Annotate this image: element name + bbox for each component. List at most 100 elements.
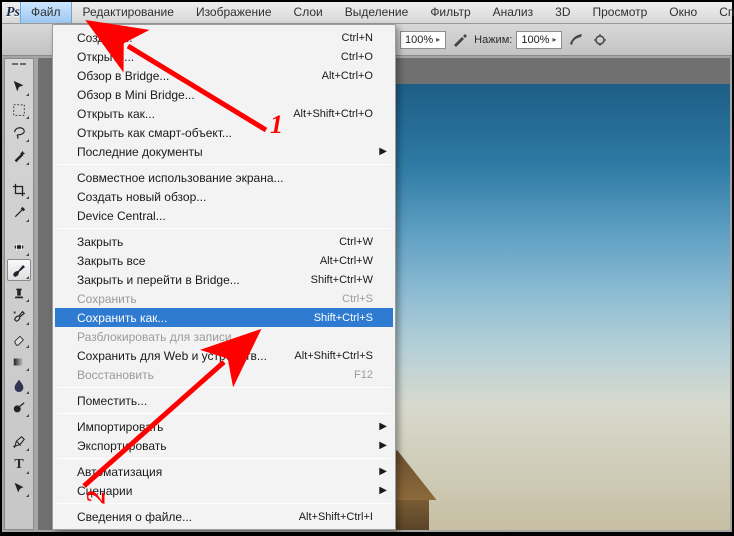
chevron-right-icon[interactable]: ▸ — [549, 35, 559, 44]
menu-item[interactable]: Device Central... — [55, 206, 393, 225]
menu-просмотр[interactable]: Просмотр — [581, 2, 658, 23]
menu-item-label: Обзор в Bridge... — [77, 69, 322, 83]
submenu-arrow-icon: ▶ — [379, 421, 387, 432]
menu-item-label: Открыть как... — [77, 107, 293, 121]
menu-item-label: Поместить... — [77, 394, 373, 408]
menu-item[interactable]: Сохранить как...Shift+Ctrl+S — [55, 308, 393, 327]
menu-item-label: Закрыть все — [77, 254, 320, 268]
eyedropper-tool[interactable] — [7, 202, 31, 224]
menu-анализ[interactable]: Анализ — [482, 2, 545, 23]
magic-wand-tool[interactable] — [7, 145, 31, 167]
flow-value: 100% — [521, 34, 549, 46]
dodge-tool[interactable] — [7, 397, 31, 419]
menu-item: ВосстановитьF12 — [55, 365, 393, 384]
menu-item-shortcut: Ctrl+N — [342, 32, 373, 44]
menu-item-label: Открыть... — [77, 50, 341, 64]
submenu-arrow-icon: ▶ — [379, 485, 387, 496]
menu-item-label: Сохранить для Web и устройств... — [77, 349, 294, 363]
menu-item[interactable]: Поместить... — [55, 391, 393, 410]
menu-item-shortcut: Shift+Ctrl+S — [314, 312, 373, 324]
type-tool[interactable]: T — [7, 454, 31, 476]
app-icon: Ps — [6, 2, 20, 24]
menu-item[interactable]: Открыть как смарт-объект... — [55, 123, 393, 142]
menu-item[interactable]: Открыть...Ctrl+O — [55, 47, 393, 66]
menu-item-label: Совместное использование экрана... — [77, 171, 373, 185]
menu-файл[interactable]: Файл — [20, 2, 72, 23]
menu-редактирование[interactable]: Редактирование — [72, 2, 185, 23]
pen-tool[interactable] — [7, 431, 31, 453]
toolbox-grip[interactable] — [7, 63, 31, 71]
menu-item-label: Последние документы — [77, 145, 373, 159]
healing-brush-tool[interactable] — [7, 236, 31, 258]
menu-item-label: Закрыть и перейти в Bridge... — [77, 273, 311, 287]
menu-separator — [57, 413, 391, 414]
crop-tool[interactable] — [7, 179, 31, 201]
menu-окно[interactable]: Окно — [658, 2, 708, 23]
clone-stamp-tool[interactable] — [7, 282, 31, 304]
brush-tool[interactable] — [7, 259, 31, 281]
opacity-value: 100% — [405, 34, 433, 46]
menu-фильтр[interactable]: Фильтр — [419, 2, 481, 23]
menu-item-label: Создать... — [77, 31, 342, 45]
menu-item-label: Сведения о файле... — [77, 510, 299, 524]
menu-item: СохранитьCtrl+S — [55, 289, 393, 308]
menu-item-label: Создать новый обзор... — [77, 190, 373, 204]
menu-item-shortcut: Alt+Shift+Ctrl+S — [294, 350, 373, 362]
lasso-tool[interactable] — [7, 122, 31, 144]
menu-справ[interactable]: Справ — [708, 2, 734, 23]
gradient-tool[interactable] — [7, 351, 31, 373]
menu-item-shortcut: Alt+Ctrl+O — [322, 70, 373, 82]
menu-item[interactable]: Обзор в Bridge...Alt+Ctrl+O — [55, 66, 393, 85]
menu-item-label: Сохранить как... — [77, 311, 314, 325]
menu-item[interactable]: Закрыть и перейти в Bridge...Shift+Ctrl+… — [55, 270, 393, 289]
menu-item[interactable]: Последние документы▶ — [55, 142, 393, 161]
eraser-tool[interactable] — [7, 328, 31, 350]
chevron-right-icon[interactable]: ▸ — [433, 35, 443, 44]
menu-item[interactable]: Открыть как...Alt+Shift+Ctrl+O — [55, 104, 393, 123]
path-selection-tool[interactable] — [7, 477, 31, 499]
blur-tool[interactable] — [7, 374, 31, 396]
menu-item[interactable]: Импортировать▶ — [55, 417, 393, 436]
menu-слои[interactable]: Слои — [283, 2, 334, 23]
menu-item[interactable]: ЗакрытьCtrl+W — [55, 232, 393, 251]
menu-item-shortcut: Ctrl+S — [342, 293, 373, 305]
submenu-arrow-icon: ▶ — [379, 440, 387, 451]
menu-item-shortcut: Ctrl+W — [339, 236, 373, 248]
menu-item[interactable]: Совместное использование экрана... — [55, 168, 393, 187]
menu-item-shortcut: Alt+Ctrl+W — [320, 255, 373, 267]
toolbox: T — [4, 58, 34, 530]
airbrush-icon[interactable] — [566, 30, 586, 50]
file-menu-dropdown: Создать...Ctrl+NОткрыть...Ctrl+OОбзор в … — [52, 24, 396, 530]
menu-separator — [57, 503, 391, 504]
menu-item[interactable]: Создать новый обзор... — [55, 187, 393, 206]
tablet-pressure-opacity-icon[interactable] — [450, 30, 470, 50]
menu-item[interactable]: Закрыть всеAlt+Ctrl+W — [55, 251, 393, 270]
menu-item[interactable]: Автоматизация▶ — [55, 462, 393, 481]
tablet-pressure-size-icon[interactable] — [590, 30, 610, 50]
opacity-field[interactable]: 100% ▸ — [400, 31, 446, 49]
menu-separator — [57, 458, 391, 459]
menu-item[interactable]: Сценарии ▶ — [55, 481, 393, 500]
menu-выделение[interactable]: Выделение — [334, 2, 420, 23]
menu-item[interactable]: Сохранить для Web и устройств...Alt+Shif… — [55, 346, 393, 365]
flow-label: Нажим: — [474, 34, 512, 46]
menu-item[interactable]: Создать...Ctrl+N — [55, 28, 393, 47]
move-tool[interactable] — [7, 76, 31, 98]
menu-item[interactable]: Экспортировать▶ — [55, 436, 393, 455]
menu-изображение[interactable]: Изображение — [185, 2, 283, 23]
menu-3d[interactable]: 3D — [544, 2, 581, 23]
history-brush-tool[interactable] — [7, 305, 31, 327]
menu-item-shortcut: F12 — [354, 369, 373, 381]
menu-item[interactable]: Обзор в Mini Bridge... — [55, 85, 393, 104]
marquee-tool[interactable] — [7, 99, 31, 121]
menu-item[interactable]: Сведения о файле...Alt+Shift+Ctrl+I — [55, 507, 393, 526]
menu-item-label: Обзор в Mini Bridge... — [77, 88, 373, 102]
menu-separator — [57, 164, 391, 165]
menu-item-label: Сценарии — [77, 484, 373, 498]
menu-item-shortcut: Alt+Shift+Ctrl+O — [293, 108, 373, 120]
menu-separator — [57, 228, 391, 229]
flow-field[interactable]: 100% ▸ — [516, 31, 562, 49]
menu-item: Разблокировать для записи... — [55, 327, 393, 346]
menu-separator — [57, 387, 391, 388]
menu-item-shortcut: Shift+Ctrl+W — [311, 274, 373, 286]
